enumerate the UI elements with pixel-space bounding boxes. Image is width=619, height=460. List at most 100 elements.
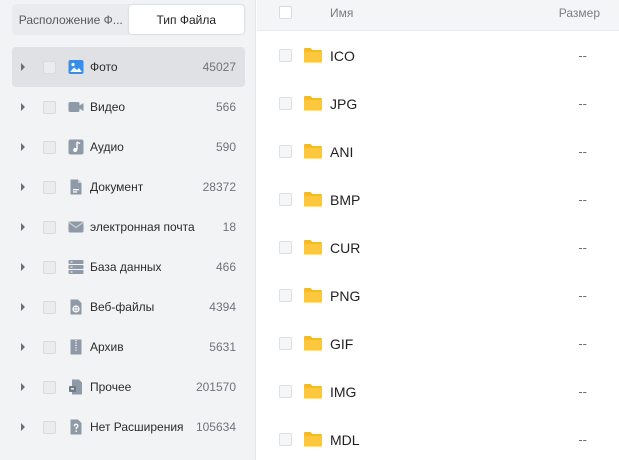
file-size: --	[578, 48, 587, 63]
category-checkbox[interactable]	[43, 100, 56, 114]
folder-icon	[304, 240, 322, 255]
category-label: Веб-файлы	[90, 300, 155, 314]
category-count: 201570	[195, 380, 236, 394]
folder-icon	[304, 192, 322, 207]
category-item-document[interactable]: Документ 28372	[12, 167, 245, 207]
web-files-icon	[68, 299, 84, 315]
table-row[interactable]: IMG --	[257, 368, 619, 416]
file-name: ANI	[330, 144, 354, 160]
category-item-database[interactable]: База данных 466	[12, 247, 245, 287]
category-item-photo[interactable]: Фото 45027	[12, 47, 245, 87]
category-checkbox[interactable]	[43, 340, 56, 354]
file-size: --	[578, 336, 587, 351]
other-icon	[68, 379, 84, 395]
folder-icon	[304, 144, 322, 159]
row-checkbox[interactable]	[279, 145, 292, 158]
file-size: --	[578, 240, 587, 255]
row-checkbox[interactable]	[279, 49, 292, 62]
row-checkbox[interactable]	[279, 241, 292, 254]
expand-arrow-icon[interactable]	[21, 262, 29, 272]
tab-file-location[interactable]: Расположение Ф...	[13, 5, 129, 34]
table-row[interactable]: MDL --	[257, 416, 619, 460]
tab-file-type[interactable]: Тип Файла	[128, 5, 244, 34]
row-checkbox[interactable]	[279, 97, 292, 110]
database-icon	[68, 259, 84, 275]
file-size: --	[578, 96, 587, 111]
file-name: ICO	[330, 48, 355, 64]
category-checkbox[interactable]	[43, 300, 56, 314]
file-size: --	[578, 384, 587, 399]
row-checkbox[interactable]	[279, 433, 292, 446]
photo-icon	[68, 59, 84, 75]
category-label: Видео	[90, 100, 126, 114]
category-label: электронная почта	[90, 220, 195, 234]
category-checkbox[interactable]	[43, 220, 56, 234]
table-row[interactable]: ANI --	[257, 128, 619, 176]
category-count: 18	[222, 220, 236, 234]
expand-arrow-icon[interactable]	[21, 62, 29, 72]
expand-arrow-icon[interactable]	[21, 342, 29, 352]
expand-arrow-icon[interactable]	[21, 382, 29, 392]
expand-arrow-icon[interactable]	[21, 102, 29, 112]
folder-icon	[304, 288, 322, 303]
no-extension-icon	[68, 419, 84, 435]
table-row[interactable]: CUR --	[257, 224, 619, 272]
category-count: 4394	[209, 300, 236, 314]
folder-icon	[304, 432, 322, 447]
category-item-archive[interactable]: Архив 5631	[12, 327, 245, 367]
file-rows: ICO -- JPG -- ANI -- BMP -- CUR -- PNG -…	[257, 32, 619, 460]
expand-arrow-icon[interactable]	[21, 182, 29, 192]
category-item-audio[interactable]: Аудио 590	[12, 127, 245, 167]
row-checkbox[interactable]	[279, 385, 292, 398]
category-item-video[interactable]: Видео 566	[12, 87, 245, 127]
file-name: PNG	[330, 288, 361, 304]
video-icon	[68, 99, 84, 115]
file-name: BMP	[330, 192, 361, 208]
category-count: 45027	[202, 60, 236, 74]
category-checkbox[interactable]	[43, 420, 56, 434]
category-checkbox[interactable]	[43, 60, 56, 74]
audio-icon	[68, 139, 84, 155]
category-label: Аудио	[90, 140, 124, 154]
column-header-size[interactable]: Размер	[559, 6, 600, 20]
email-icon	[68, 219, 84, 235]
table-row[interactable]: GIF --	[257, 320, 619, 368]
select-all-checkbox[interactable]	[279, 6, 292, 19]
folder-icon	[304, 48, 322, 63]
category-checkbox[interactable]	[43, 380, 56, 394]
folder-icon	[304, 96, 322, 111]
category-checkbox[interactable]	[43, 260, 56, 274]
row-checkbox[interactable]	[279, 337, 292, 350]
file-size: --	[578, 288, 587, 303]
file-name: IMG	[330, 384, 357, 400]
category-label: Прочее	[90, 380, 132, 394]
category-checkbox[interactable]	[43, 180, 56, 194]
expand-arrow-icon[interactable]	[21, 222, 29, 232]
expand-arrow-icon[interactable]	[21, 422, 29, 432]
category-item-web-files[interactable]: Веб-файлы 4394	[12, 287, 245, 327]
file-type-sidebar: Расположение Ф... Тип Файла Фото 45027 В…	[0, 0, 256, 460]
file-name: JPG	[330, 96, 358, 112]
table-row[interactable]: ICO --	[257, 32, 619, 80]
category-count: 566	[215, 100, 236, 114]
category-label: Фото	[90, 60, 118, 74]
category-count: 5631	[209, 340, 236, 354]
file-size: --	[578, 432, 587, 447]
view-mode-toggle: Расположение Ф... Тип Файла	[12, 4, 245, 35]
expand-arrow-icon[interactable]	[21, 142, 29, 152]
row-checkbox[interactable]	[279, 289, 292, 302]
column-header-name[interactable]: Имя	[330, 6, 353, 20]
category-label: Архив	[90, 340, 124, 354]
row-checkbox[interactable]	[279, 193, 292, 206]
file-name: CUR	[330, 240, 361, 256]
category-label: Нет Расширения	[90, 420, 184, 434]
expand-arrow-icon[interactable]	[21, 302, 29, 312]
category-checkbox[interactable]	[43, 140, 56, 154]
table-row[interactable]: BMP --	[257, 176, 619, 224]
archive-icon	[68, 339, 84, 355]
table-row[interactable]: JPG --	[257, 80, 619, 128]
category-item-other[interactable]: Прочее 201570	[12, 367, 245, 407]
category-item-email[interactable]: электронная почта 18	[12, 207, 245, 247]
table-row[interactable]: PNG --	[257, 272, 619, 320]
category-item-no-extension[interactable]: Нет Расширения 105634	[12, 407, 245, 447]
